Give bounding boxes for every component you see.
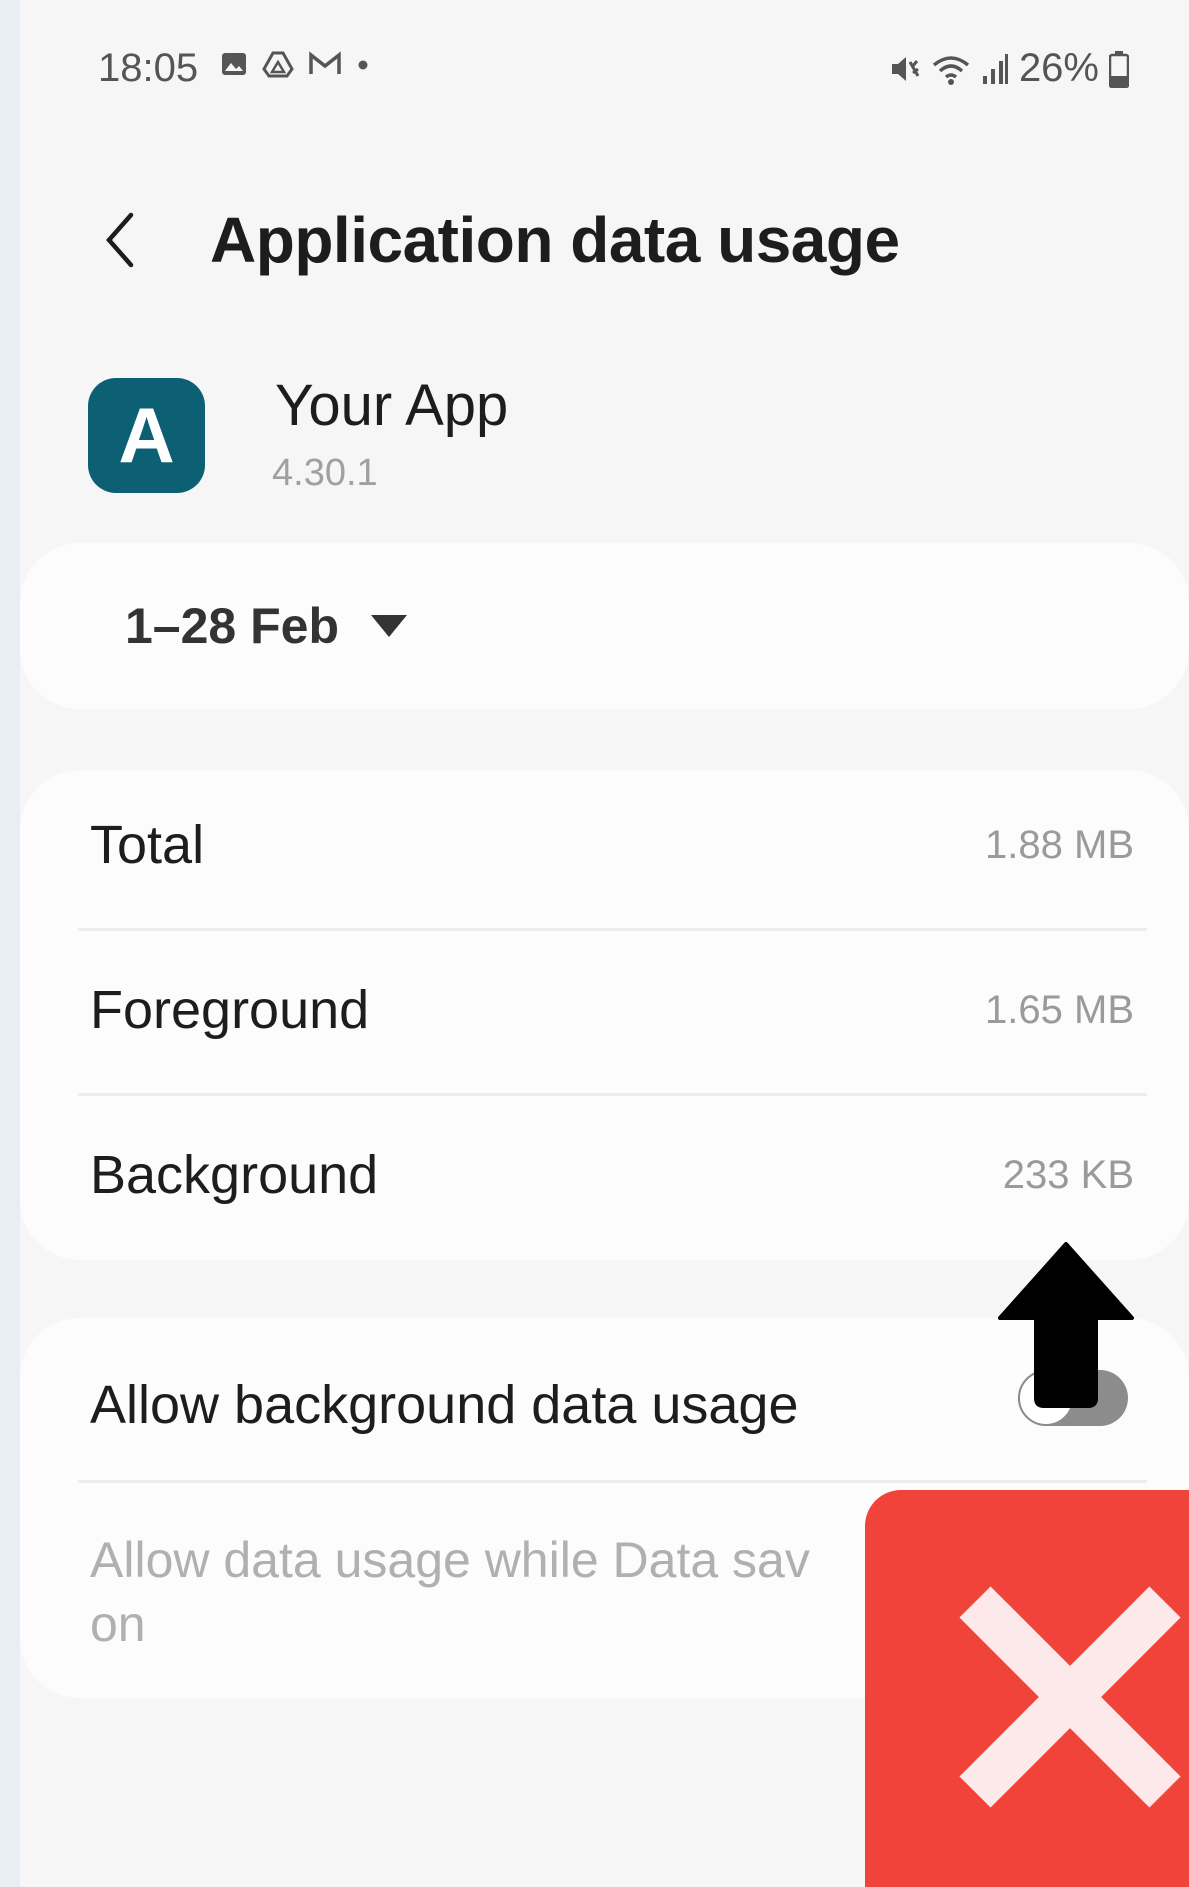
cross-icon xyxy=(959,1586,1181,1808)
usage-row-total: Total 1.88 MB xyxy=(90,775,1134,915)
app-icon: A xyxy=(88,378,205,493)
usage-card: Total 1.88 MB Foreground 1.65 MB Backgro… xyxy=(20,770,1189,1260)
usage-row-foreground: Foreground 1.65 MB xyxy=(90,940,1134,1080)
drive-icon xyxy=(262,51,294,78)
data-saver-label-line2: on xyxy=(90,1596,146,1652)
red-x-badge xyxy=(865,1490,1189,1887)
gallery-icon xyxy=(222,53,246,75)
data-saver-label: Allow data usage while Data sav xyxy=(90,1532,810,1588)
app-version: 4.30.1 xyxy=(272,452,378,494)
data-saver-option[interactable]: Allow data usage while Data sav on xyxy=(90,1528,990,1656)
mute-icon xyxy=(891,56,920,81)
divider xyxy=(78,1480,1147,1483)
usage-label: Total xyxy=(90,815,205,875)
usage-label: Background xyxy=(90,1145,379,1205)
arrow-up-icon xyxy=(998,1242,1134,1408)
usage-value: 1.88 MB xyxy=(985,822,1134,867)
phone-screen: 18:05 26% Application data usage A Your … xyxy=(20,0,1189,1887)
usage-value: 1.65 MB xyxy=(985,987,1134,1032)
back-button[interactable] xyxy=(90,200,150,280)
status-bar: 18:05 26% xyxy=(98,46,1129,96)
battery-icon xyxy=(1109,50,1129,88)
app-name: Your App xyxy=(275,373,509,438)
wifi-icon xyxy=(932,55,970,85)
header: Application data usage xyxy=(90,200,900,280)
date-range-dropdown[interactable]: 1–28 Feb xyxy=(125,597,408,655)
background-data-title: Allow background data usage xyxy=(90,1375,799,1435)
signal-icon xyxy=(982,53,1008,84)
chevron-left-icon xyxy=(106,212,134,268)
status-time: 18:05 xyxy=(98,46,199,90)
divider xyxy=(78,1093,1147,1096)
dot-icon xyxy=(358,60,368,70)
page-title: Application data usage xyxy=(210,204,900,276)
divider xyxy=(78,928,1147,931)
usage-label: Foreground xyxy=(90,980,370,1040)
gmail-icon xyxy=(309,51,341,74)
battery-percent: 26% xyxy=(1018,46,1099,90)
date-range-card: 1–28 Feb xyxy=(20,543,1189,709)
usage-value: 233 KB xyxy=(1002,1152,1134,1197)
dropdown-arrow-icon xyxy=(371,615,408,637)
date-range-label: 1–28 Feb xyxy=(125,598,340,654)
usage-row-background: Background 233 KB xyxy=(90,1105,1134,1245)
